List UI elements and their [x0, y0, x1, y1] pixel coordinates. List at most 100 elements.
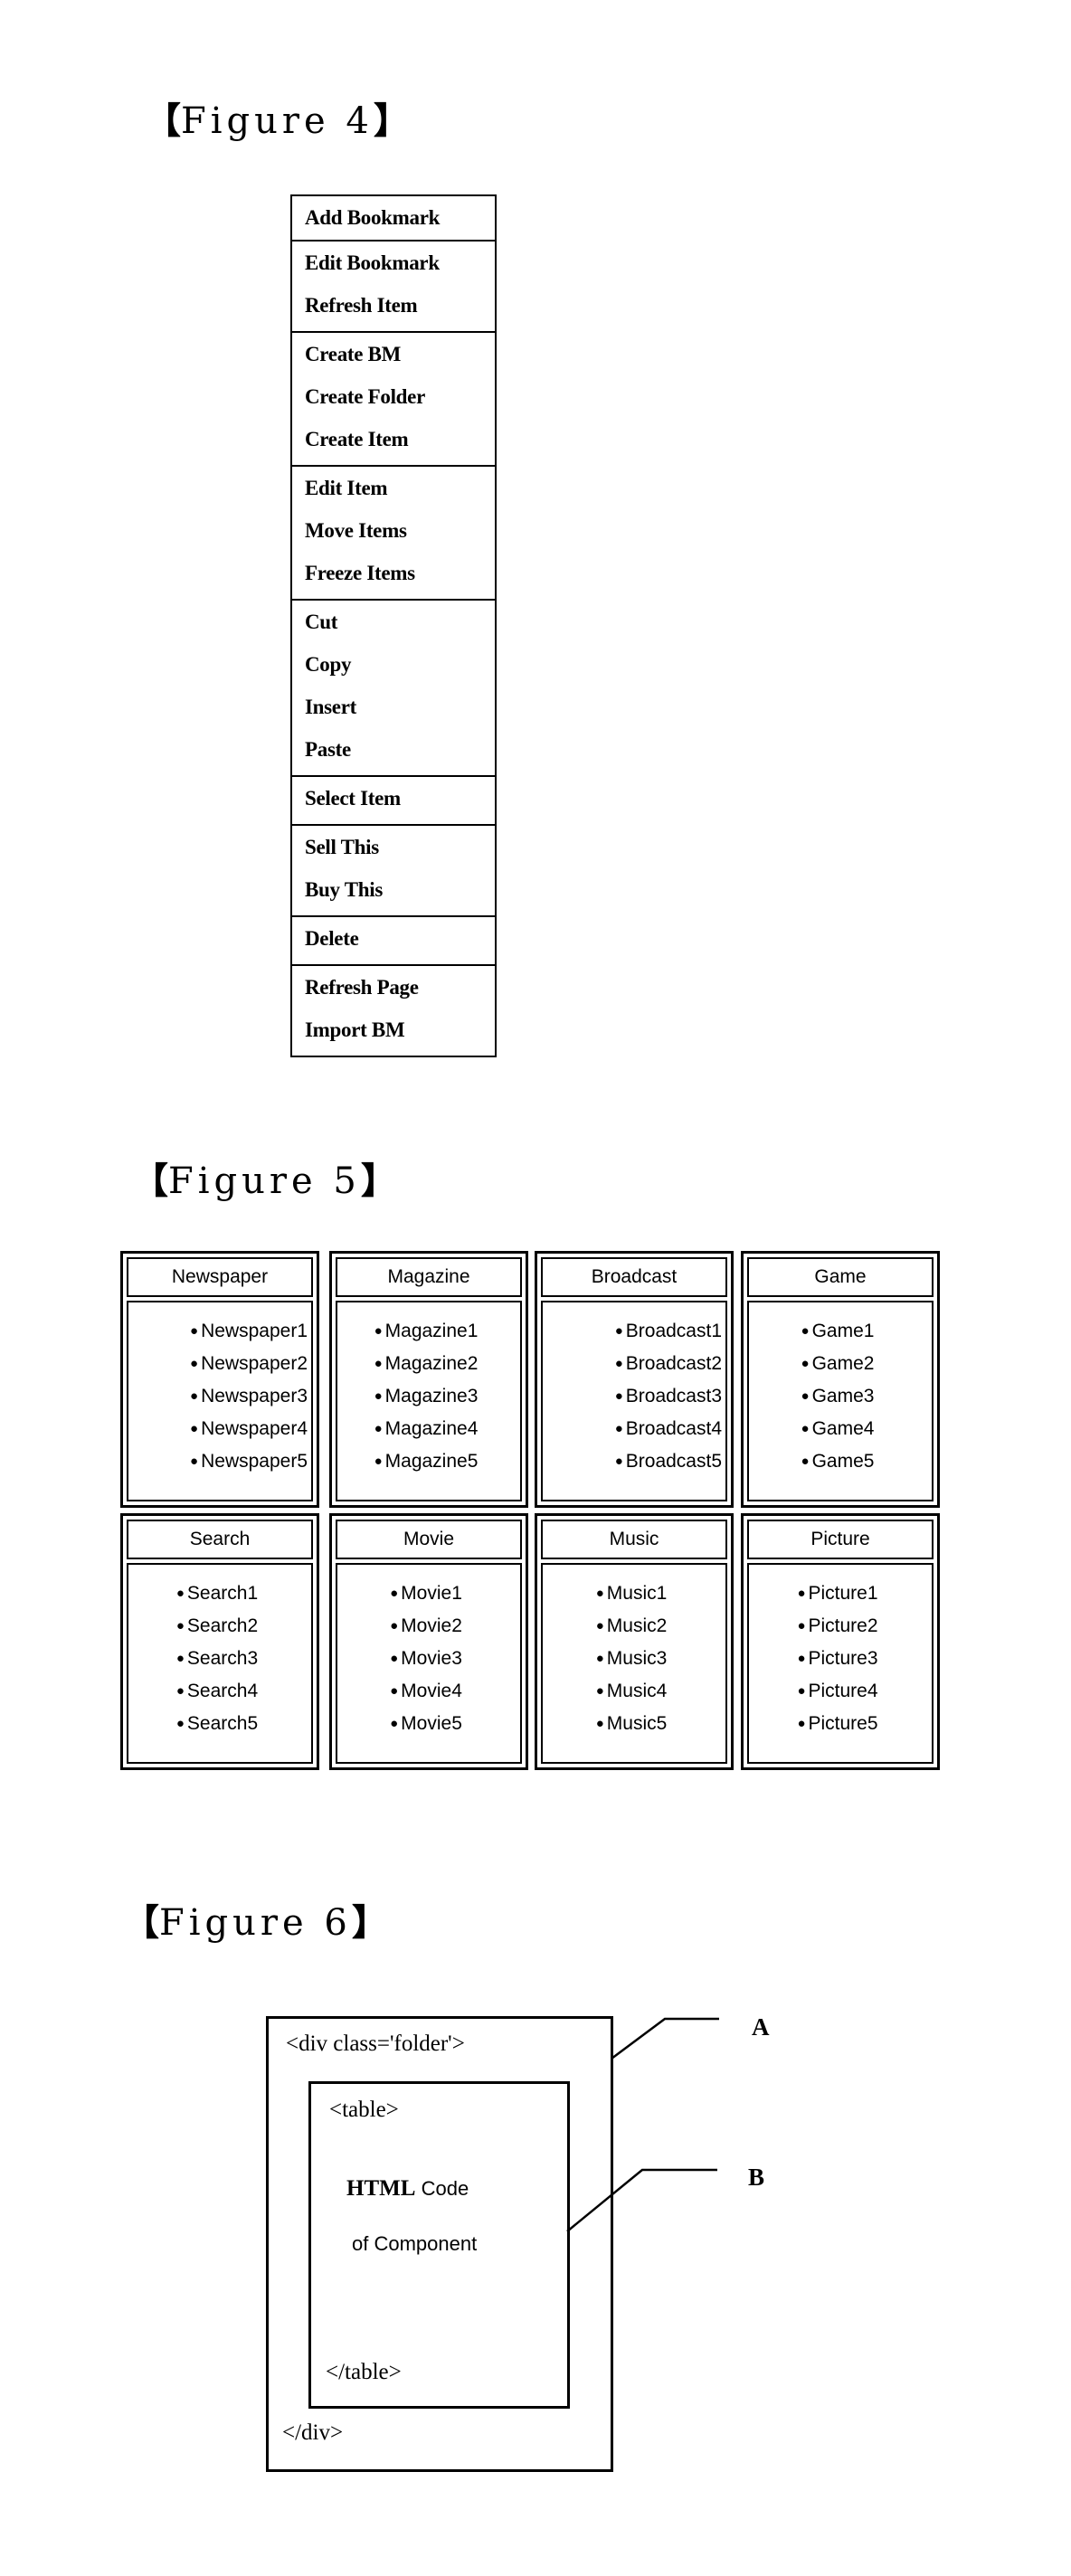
panel-title[interactable]: Game [747, 1257, 934, 1297]
panel-link-label: Picture1 [808, 1583, 878, 1604]
panel-link[interactable]: ● Newspaper5 [128, 1445, 308, 1478]
panel-link[interactable]: ● Search2 [128, 1610, 306, 1643]
panel-link[interactable]: ● Magazine5 [337, 1445, 515, 1478]
menu-item-add-bookmark[interactable]: Add Bookmark [292, 198, 495, 237]
panel-link[interactable]: ● Game3 [749, 1380, 926, 1413]
menu-item-import-bm[interactable]: Import BM [292, 1010, 495, 1053]
panel-link-label: Newspaper1 [201, 1321, 308, 1341]
panel-body: ● Search1 ● Search2 ● Search3 ● Search4 ● Search5 [127, 1563, 313, 1764]
panel-body: ● Newspaper1 ● Newspaper2 ● Newspaper3 ● Newspa… [127, 1301, 313, 1501]
panel-link[interactable]: ● Movie2 [337, 1610, 515, 1643]
panel-link-label: Movie4 [401, 1681, 462, 1701]
menu-item-create-bm[interactable]: Create BM [292, 335, 495, 377]
bullet-icon: ● [801, 1323, 810, 1339]
panel-link-label: Movie1 [401, 1583, 462, 1604]
panel-link[interactable]: ● Magazine3 [337, 1380, 515, 1413]
panel-title[interactable]: Picture [747, 1520, 934, 1559]
category-panel-game: Game ● Game1 ● Game2 ● Game3 ● Game4 ● Game5 [741, 1251, 940, 1508]
panel-link[interactable]: ● Game1 [749, 1315, 926, 1348]
panel-link[interactable]: ● Broadcast1 [543, 1315, 722, 1348]
panel-link[interactable]: ● Picture1 [749, 1577, 926, 1610]
panel-link-list: ● Game1 ● Game2 ● Game3 ● Game4 ● Game5 [749, 1315, 926, 1478]
menu-item-edit-item[interactable]: Edit Item [292, 469, 495, 511]
panel-link[interactable]: ● Game4 [749, 1413, 926, 1445]
panel-link-label: Search4 [186, 1681, 259, 1701]
bullet-icon: ● [801, 1356, 810, 1371]
panel-link[interactable]: ● Broadcast4 [543, 1413, 722, 1445]
panel-link[interactable]: ● Movie1 [337, 1577, 515, 1610]
menu-item-insert[interactable]: Insert [292, 687, 495, 730]
callout-b-label: B [748, 2164, 765, 2191]
panel-link-label: Magazine4 [384, 1418, 479, 1439]
panel-link[interactable]: ● Search3 [128, 1643, 306, 1675]
menu-item-buy-this[interactable]: Buy This [292, 870, 495, 913]
panel-link[interactable]: ● Game5 [749, 1445, 926, 1478]
menu-item-create-item[interactable]: Create Item [292, 420, 495, 462]
panel-link[interactable]: ● Music4 [543, 1675, 720, 1708]
panel-link-label: Magazine2 [384, 1353, 479, 1374]
menu-item-refresh-item[interactable]: Refresh Item [292, 286, 495, 328]
panel-title[interactable]: Music [541, 1520, 727, 1559]
bracket-open: 【 [123, 1901, 159, 1944]
panel-link-label: Picture3 [808, 1648, 878, 1669]
panel-link[interactable]: ● Broadcast2 [543, 1348, 722, 1380]
menu-item-sell-this[interactable]: Sell This [292, 828, 495, 870]
bullet-icon: ● [797, 1651, 806, 1666]
panel-link[interactable]: ● Broadcast5 [543, 1445, 722, 1478]
panel-link[interactable]: ● Magazine2 [337, 1348, 515, 1380]
panel-link[interactable]: ● Magazine4 [337, 1413, 515, 1445]
menu-item-cut[interactable]: Cut [292, 602, 495, 645]
panel-link[interactable]: ● Music2 [543, 1610, 720, 1643]
panel-title[interactable]: Broadcast [541, 1257, 727, 1297]
panel-link[interactable]: ● Search1 [128, 1577, 306, 1610]
bullet-icon: ● [374, 1356, 383, 1371]
menu-item-copy[interactable]: Copy [292, 645, 495, 687]
bracket-close: 】 [360, 1160, 397, 1202]
panel-link[interactable]: ● Movie3 [337, 1643, 515, 1675]
panel-link[interactable]: ● Newspaper1 [128, 1315, 308, 1348]
panel-link[interactable]: ● Music3 [543, 1643, 720, 1675]
panel-link[interactable]: ● Music1 [543, 1577, 720, 1610]
panel-link-label: Broadcast3 [625, 1386, 722, 1406]
panel-link[interactable]: ● Newspaper2 [128, 1348, 308, 1380]
table-open-tag: <table> [329, 2098, 399, 2122]
panel-title[interactable]: Search [127, 1520, 313, 1559]
panel-link[interactable]: ● Picture4 [749, 1675, 926, 1708]
menu-item-edit-bookmark[interactable]: Edit Bookmark [292, 243, 495, 286]
panel-link-label: Music4 [606, 1681, 668, 1701]
bullet-icon: ● [190, 1323, 199, 1339]
menu-item-delete[interactable]: Delete [292, 919, 495, 961]
bullet-icon: ● [374, 1454, 383, 1469]
menu-item-refresh-page[interactable]: Refresh Page [292, 968, 495, 1010]
bullet-icon: ● [614, 1454, 623, 1469]
bullet-icon: ● [797, 1716, 806, 1731]
bullet-icon: ● [374, 1388, 383, 1404]
panel-link[interactable]: ● Picture3 [749, 1643, 926, 1675]
menu-item-freeze-items[interactable]: Freeze Items [292, 554, 495, 596]
panel-link[interactable]: ● Search4 [128, 1675, 306, 1708]
panel-link[interactable]: ● Broadcast3 [543, 1380, 722, 1413]
menu-item-select-item[interactable]: Select Item [292, 779, 495, 821]
panel-link[interactable]: ● Search5 [128, 1708, 306, 1740]
panel-link-label: Search5 [186, 1713, 259, 1734]
panel-link[interactable]: ● Movie4 [337, 1675, 515, 1708]
panel-link-label: Search1 [186, 1583, 259, 1604]
panel-link[interactable]: ● Picture2 [749, 1610, 926, 1643]
menu-item-move-items[interactable]: Move Items [292, 511, 495, 554]
panel-link[interactable]: ● Movie5 [337, 1708, 515, 1740]
panel-link[interactable]: ● Music5 [543, 1708, 720, 1740]
panel-link[interactable]: ● Picture5 [749, 1708, 926, 1740]
figure-6-label: 【Figure 6】 [123, 1905, 388, 1942]
menu-item-paste[interactable]: Paste [292, 730, 495, 772]
panel-title[interactable]: Newspaper [127, 1257, 313, 1297]
panel-link-list: ● Movie1 ● Movie2 ● Movie3 ● Movie4 ● Movie5 [337, 1577, 515, 1740]
menu-group: Select Item [292, 775, 495, 824]
panel-link[interactable]: ● Magazine1 [337, 1315, 515, 1348]
panel-link[interactable]: ● Newspaper4 [128, 1413, 308, 1445]
panel-link[interactable]: ● Newspaper3 [128, 1380, 308, 1413]
menu-item-create-folder[interactable]: Create Folder [292, 377, 495, 420]
panel-title[interactable]: Magazine [336, 1257, 522, 1297]
panel-link[interactable]: ● Game2 [749, 1348, 926, 1380]
panel-title[interactable]: Movie [336, 1520, 522, 1559]
bullet-icon: ● [390, 1683, 399, 1699]
